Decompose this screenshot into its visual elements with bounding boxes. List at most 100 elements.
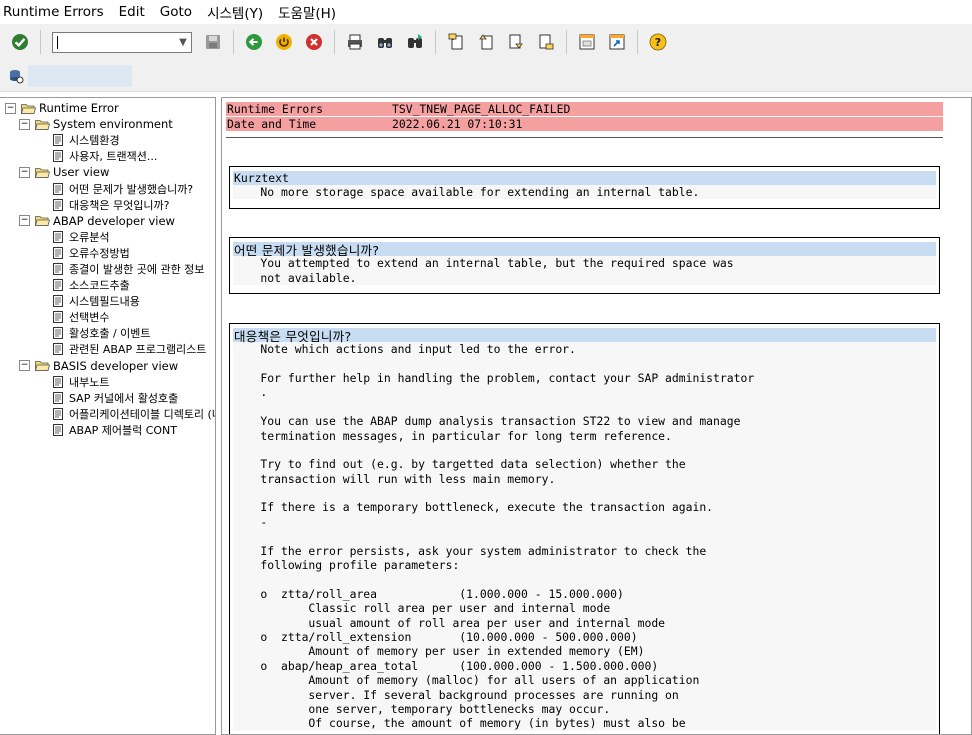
folder-open-icon: [21, 103, 36, 114]
tree-item[interactable]: 어플리케이션테이블 디렉토리 (나: [0, 406, 215, 422]
text-line: Amount of memory per user in extended me…: [233, 644, 936, 659]
document-icon: [53, 343, 63, 356]
back-icon[interactable]: [243, 31, 265, 53]
tree-item[interactable]: 선택변수: [0, 309, 215, 325]
tree-group-user-view[interactable]: − User view: [0, 164, 215, 180]
tree-item[interactable]: 대응책은 무엇입니까?: [0, 197, 215, 213]
tree-item[interactable]: 종결이 발생한 곳에 관한 정보: [0, 261, 215, 277]
text-line: server. If several background processes …: [233, 687, 936, 702]
text-line: usual amount of roll area per user and i…: [233, 615, 936, 630]
text-line: Note which actions and input led to the …: [233, 342, 936, 357]
header-row-runtime-errors: Runtime Errors TSV_TNEW_PAGE_ALLOC_FAILE…: [226, 102, 943, 116]
document-icon: [53, 134, 63, 147]
folder-open-icon: [35, 361, 50, 371]
collapse-icon[interactable]: −: [5, 102, 16, 114]
document-icon: [53, 391, 63, 404]
collapse-icon[interactable]: −: [19, 215, 30, 227]
tree-item[interactable]: 시스템필드내용: [0, 293, 215, 309]
navigation-tree: − Runtime Error − System environment 시스템…: [0, 97, 216, 735]
tree-item-label: 시스템환경: [69, 134, 120, 148]
menu-system[interactable]: 시스템(Y): [206, 0, 264, 24]
folder-open-icon: [35, 168, 50, 178]
first-page-icon[interactable]: [445, 31, 467, 53]
find-icon[interactable]: [374, 31, 396, 53]
section-body: You attempted to extend an internal tabl…: [230, 256, 939, 285]
text-line: If there is a temporary bottleneck, exec…: [233, 500, 936, 515]
tree-item[interactable]: ABAP 제어블럭 CONT: [0, 422, 215, 438]
dump-content-pane[interactable]: Runtime Errors TSV_TNEW_PAGE_ALLOC_FAILE…: [221, 97, 972, 735]
section-title: 어떤 문제가 발생했습니까?: [233, 242, 936, 258]
tree-item-label: 관련된 ABAP 프로그램리스트: [69, 343, 207, 357]
text-line: You attempted to extend an internal tabl…: [233, 256, 936, 271]
next-page-icon[interactable]: [505, 31, 527, 53]
text-line: termination messages, in particular for …: [233, 428, 936, 443]
tree-item-label: 대응책은 무엇입니까?: [69, 198, 170, 212]
tree-item[interactable]: SAP 커널에서 활성호출: [0, 390, 215, 406]
tree-item[interactable]: 시스템환경: [0, 132, 215, 148]
text-line: o ztta/roll_area (1.000.000 - 15.000.000…: [233, 586, 936, 602]
tree-root-label: Runtime Error: [39, 101, 119, 116]
application-toolbar: [0, 60, 972, 92]
tree-item-label: 선택변수: [69, 311, 110, 325]
cancel-icon[interactable]: [303, 31, 325, 53]
command-field[interactable]: ▼: [52, 31, 192, 53]
tree-item-label: 어떤 문제가 발생했습니까?: [69, 182, 194, 196]
menu-help[interactable]: 도움말(H): [277, 0, 337, 24]
tree-group-abap-developer-view[interactable]: − ABAP developer view: [0, 213, 215, 229]
tree-item[interactable]: 소스코드추출: [0, 277, 215, 293]
document-icon: [53, 182, 63, 195]
text-line: .: [233, 385, 936, 400]
toolbar-separator: [233, 30, 234, 54]
tree-item[interactable]: 관련된 ABAP 프로그램리스트: [0, 341, 215, 357]
exit-icon[interactable]: [273, 31, 295, 53]
tree-group-system-environment[interactable]: − System environment: [0, 116, 215, 132]
section-title: 대응책은 무엇입니까?: [233, 328, 936, 344]
tree-item[interactable]: 오류분석: [0, 229, 215, 245]
enter-icon[interactable]: [9, 31, 31, 53]
tree-item-label: 오류분석: [69, 230, 110, 244]
menu-runtime-errors[interactable]: Runtime Errors: [2, 2, 105, 22]
text-line: Try to find out (e.g. by targetted data …: [233, 457, 936, 472]
tree-item-label: SAP 커널에서 활성호출: [69, 391, 179, 405]
tree-item[interactable]: 활성호출 / 이벤트: [0, 325, 215, 341]
tree-item-label: 종결이 발생한 곳에 관한 정보: [69, 262, 205, 276]
tree-item[interactable]: 사용자, 트랜잭션...: [0, 148, 215, 164]
shortcut-icon[interactable]: [606, 31, 628, 53]
menu-goto[interactable]: Goto: [159, 2, 193, 22]
text-line: For further help in handling the problem…: [233, 370, 936, 386]
tree-item[interactable]: 오류수정방법: [0, 245, 215, 261]
tree-root[interactable]: − Runtime Error: [0, 100, 215, 116]
section-body: Note which actions and input led to the …: [230, 342, 939, 731]
header-value: TSV_TNEW_PAGE_ALLOC_FAILED: [392, 102, 571, 116]
toolbar-separator: [435, 30, 436, 54]
text-line: transaction will run with less main memo…: [233, 471, 936, 486]
print-icon[interactable]: [344, 31, 366, 53]
text-line: [233, 485, 936, 501]
find-next-icon[interactable]: [404, 31, 426, 53]
prev-page-icon[interactable]: [475, 31, 497, 53]
tree-item-label: 내부노트: [69, 375, 110, 389]
new-session-icon[interactable]: [576, 31, 598, 53]
tree-group-label: User view: [53, 165, 110, 180]
database-icon[interactable]: [7, 67, 25, 85]
toolbar-separator: [334, 30, 335, 54]
help-icon[interactable]: ?: [647, 31, 669, 53]
tree-item[interactable]: 어떤 문제가 발생했습니까?: [0, 180, 215, 196]
collapse-icon[interactable]: −: [19, 360, 30, 372]
collapse-icon[interactable]: −: [19, 166, 30, 178]
tree-group-basis-developer-view[interactable]: − BASIS developer view: [0, 358, 215, 374]
document-icon: [53, 407, 63, 420]
tree-group-label: BASIS developer view: [53, 358, 179, 373]
chevron-down-icon[interactable]: ▼: [175, 33, 191, 52]
save-icon[interactable]: [202, 31, 224, 53]
collapse-icon[interactable]: −: [19, 118, 30, 130]
last-page-icon[interactable]: [535, 31, 557, 53]
document-icon: [53, 423, 63, 436]
toolbar-separator: [637, 30, 638, 54]
text-line: If the error persists, ask your system a…: [233, 543, 936, 558]
header-key: Runtime Errors: [227, 102, 324, 116]
tree-group-label: ABAP developer view: [53, 213, 175, 228]
tree-item[interactable]: 내부노트: [0, 374, 215, 390]
menu-edit[interactable]: Edit: [118, 2, 146, 22]
text-line: [233, 399, 936, 414]
